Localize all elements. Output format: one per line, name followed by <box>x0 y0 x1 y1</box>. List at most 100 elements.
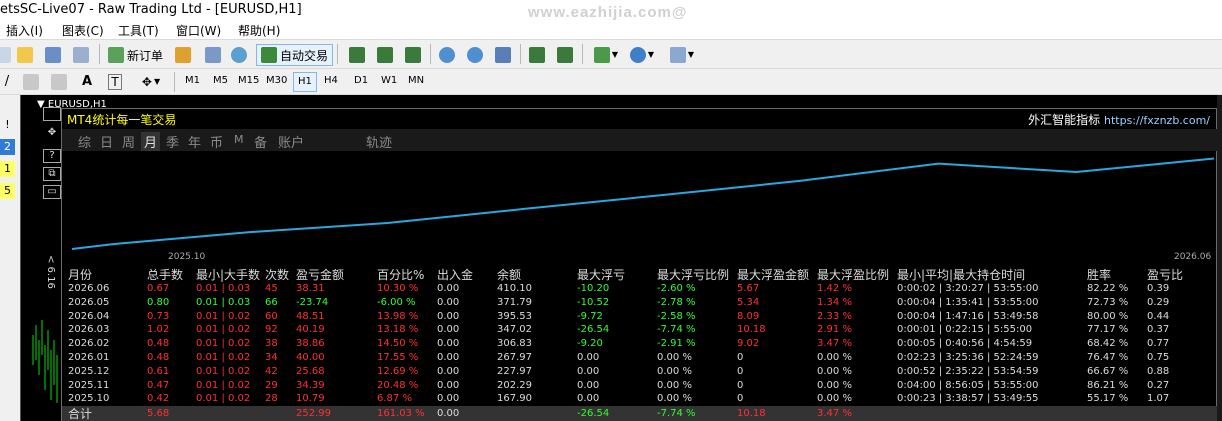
tab-currency[interactable]: 币 <box>210 132 223 151</box>
tile-windows-button[interactable] <box>492 44 514 65</box>
bar-chart-button[interactable] <box>346 44 368 65</box>
title-bar: etsSC-Live07 - Raw Trading Ltd - [EURUSD… <box>0 0 1222 21</box>
signals-button[interactable] <box>202 44 224 65</box>
monthly-stats-table: 月份 总手数 最小|大手数 次数 盈亏金额 百分比% 出入金 余额 最大浮亏 最大浮亏比例 最大浮盈… <box>62 265 1218 421</box>
help-button[interactable]: ? <box>43 149 61 163</box>
col-max-float-loss-pct: 0.00 % <box>657 393 692 405</box>
col-pl-ratio: 0.29 <box>1147 296 1170 308</box>
tf-m5[interactable]: M5 <box>213 75 228 86</box>
tab-track[interactable]: 轨迹 <box>366 132 392 151</box>
line-chart-button[interactable] <box>402 44 424 65</box>
arrows-button[interactable]: ✥ ▼ <box>134 71 168 92</box>
trendline-icon: / <box>4 74 10 89</box>
tf-d1[interactable]: D1 <box>354 75 368 86</box>
header-col-max-float-profit: 最大浮盈金额 <box>737 268 810 282</box>
col-hold-time: 0:00:52 | 2:35:22 | 53:54:59 <box>897 365 1039 377</box>
equity-line <box>71 157 1215 250</box>
alert-tag[interactable]: ! <box>0 117 15 133</box>
move-icon[interactable]: ✥ <box>43 127 61 141</box>
col-month: 2025.10 <box>68 393 110 405</box>
auto-trading-button[interactable]: 自动交易 <box>256 44 334 66</box>
market-button[interactable] <box>228 44 250 65</box>
total-max-float-loss: -26.54 <box>577 408 610 419</box>
tf-mn[interactable]: MN <box>408 75 424 86</box>
strategy-tester-button[interactable] <box>70 44 92 65</box>
header-col-pl-ratio: 盈亏比 <box>1147 268 1184 282</box>
templates-button[interactable]: ▼ <box>666 44 698 65</box>
col-winrate: 66.67 % <box>1087 365 1129 377</box>
text-label-button[interactable]: T <box>104 71 126 92</box>
tf-m15[interactable]: M15 <box>238 75 259 86</box>
auto-scroll-button[interactable] <box>526 44 548 65</box>
tile-windows-icon <box>495 46 511 63</box>
channel-button[interactable] <box>48 71 70 92</box>
tab-account[interactable]: 账户 <box>278 132 304 151</box>
tab-week[interactable]: 周 <box>122 132 135 151</box>
chart-ctrl-box[interactable] <box>43 107 61 121</box>
periods-button[interactable]: ▼ <box>626 44 658 65</box>
zoom-out-button[interactable] <box>464 44 486 65</box>
toolbar-arrow-button[interactable] <box>0 44 14 65</box>
fibonacci-button[interactable] <box>20 71 42 92</box>
tab-magic[interactable]: M <box>234 133 244 146</box>
header-col-month: 月份 <box>68 268 93 282</box>
equity-curve-chart: 2025.10 2026.06 <box>71 157 1215 262</box>
tf-h4[interactable]: H4 <box>324 75 338 86</box>
tab-note[interactable]: 备 <box>254 132 267 151</box>
indicators-button[interactable]: ▼ <box>590 44 622 65</box>
header-col-percent: 百分比% <box>377 268 425 282</box>
zoom-in-button[interactable] <box>436 44 458 65</box>
col-hold-time: 0:00:05 | 0:40:56 | 4:54:59 <box>897 338 1033 350</box>
resize-icon[interactable]: ⧉ <box>43 167 61 181</box>
col-minmax-lots: 0.01 | 0.02 <box>196 310 251 322</box>
tf-w1[interactable]: W1 <box>381 75 397 86</box>
col-minmax-lots: 0.01 | 0.03 <box>196 283 251 294</box>
table-row: 2026.06 0.67 0.01 | 0.03 45 38.31 10.30 % 0.00… <box>62 282 1218 296</box>
col-count: 29 <box>265 379 278 391</box>
col-deposit: 0.00 <box>437 310 460 322</box>
header-col-count: 次数 <box>265 268 290 282</box>
new-order-button[interactable]: 新订单 <box>104 44 167 66</box>
tf-m30[interactable]: M30 <box>266 75 287 86</box>
menu-window[interactable]: 窗口(W) <box>176 22 221 39</box>
table-row: 2025.12 0.61 0.01 | 0.02 42 25.68 12.69 % 0.00… <box>62 365 1218 379</box>
tf-h1[interactable]: H1 <box>293 72 317 92</box>
restore-icon[interactable]: ▭ <box>43 185 61 199</box>
tab-summary[interactable]: 综 <box>78 132 91 151</box>
tag-5[interactable]: 5 <box>0 183 15 199</box>
col-hold-time: 0:02:23 | 3:25:36 | 52:24:59 <box>897 352 1039 363</box>
tab-quarter[interactable]: 季 <box>166 132 179 151</box>
tag-2[interactable]: 2 <box>0 139 15 155</box>
chart-scrollbar[interactable] <box>1217 95 1222 421</box>
total-max-float-loss-pct: -7.74 % <box>657 408 696 419</box>
col-max-float-loss: -9.20 <box>577 338 603 350</box>
col-lots: 0.42 <box>147 393 170 405</box>
menu-charts[interactable]: 图表(C) <box>62 22 104 39</box>
chart-shift-button[interactable] <box>554 44 576 65</box>
gold-button[interactable] <box>172 44 194 65</box>
signals-icon <box>205 46 221 63</box>
table-row: 2026.02 0.48 0.01 | 0.02 38 38.86 14.50 % 0.00… <box>62 337 1218 351</box>
tag-1[interactable]: 1 <box>0 161 15 177</box>
col-max-float-loss-pct: -2.58 % <box>657 310 696 322</box>
tab-day[interactable]: 日 <box>100 132 113 151</box>
menu-help[interactable]: 帮助(H) <box>238 22 280 39</box>
tab-month[interactable]: 月 <box>141 132 161 151</box>
col-balance: 267.97 <box>497 352 532 363</box>
navigator-button[interactable] <box>42 44 64 65</box>
table-row: 2026.05 0.80 0.01 | 0.03 66 -23.74 -6.00 % 0.0… <box>62 296 1218 310</box>
col-percent: 6.87 % <box>377 393 412 405</box>
menu-tools[interactable]: 工具(T) <box>118 22 159 39</box>
trendline-button[interactable]: / <box>0 71 18 92</box>
tf-m1[interactable]: M1 <box>185 75 200 86</box>
col-profit: 40.19 <box>296 324 325 336</box>
text-button[interactable]: A <box>76 71 98 92</box>
panel-url[interactable]: https://fxznzb.com/ <box>1104 114 1210 127</box>
col-max-float-loss-pct: -2.91 % <box>657 338 696 350</box>
menu-insert[interactable]: 插入(I) <box>6 22 43 39</box>
candlestick-button[interactable] <box>374 44 396 65</box>
tab-year[interactable]: 年 <box>188 132 201 151</box>
gold-bar-icon <box>175 46 191 63</box>
col-minmax-lots: 0.01 | 0.02 <box>196 338 251 350</box>
favorites-button[interactable] <box>14 44 36 65</box>
